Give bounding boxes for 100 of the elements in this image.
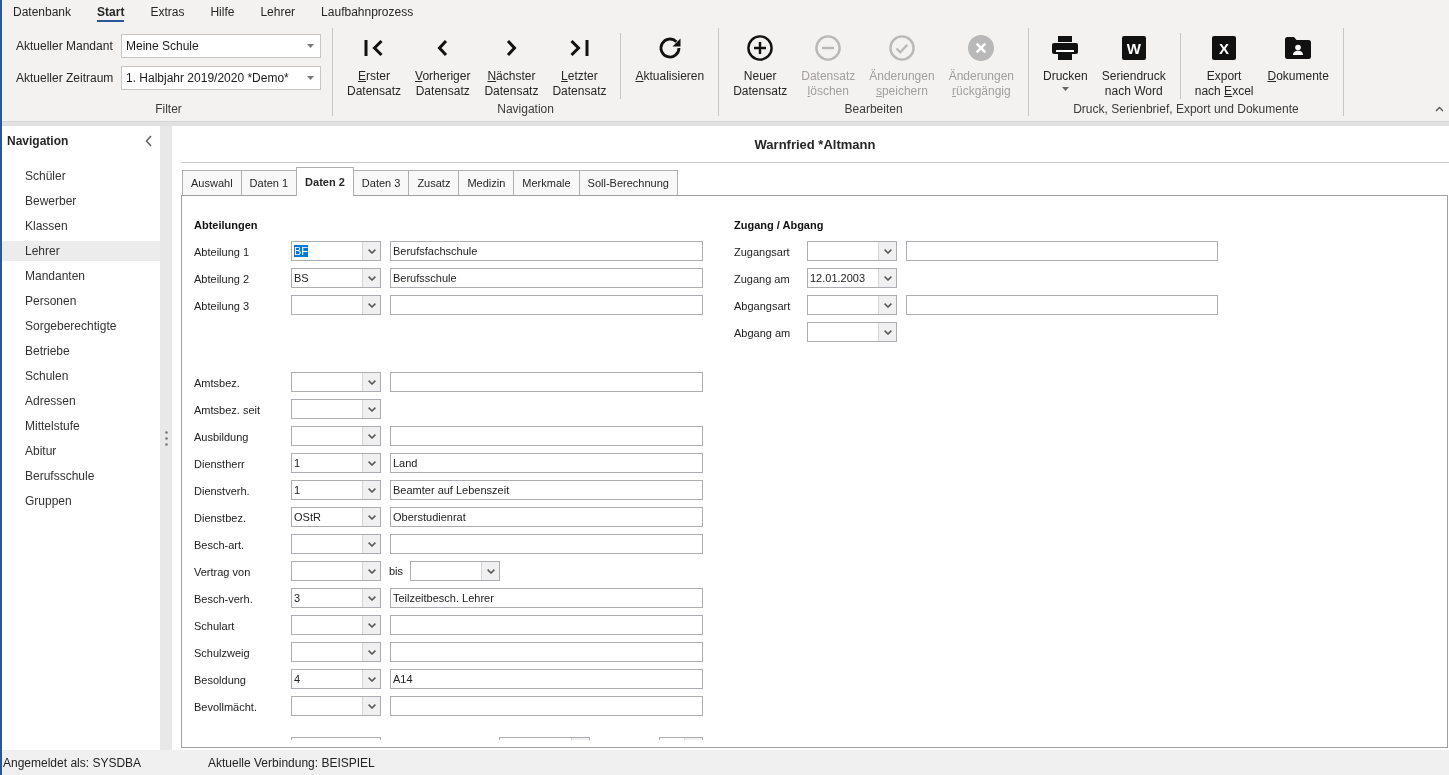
dropdown-button[interactable] bbox=[362, 454, 380, 472]
dropdown-button[interactable] bbox=[362, 373, 380, 391]
nav-item[interactable]: Personen bbox=[2, 291, 160, 311]
nav-item[interactable]: Schulen bbox=[2, 366, 160, 386]
cut-off-field[interactable] bbox=[659, 737, 703, 740]
tab[interactable]: Daten 1 bbox=[240, 170, 298, 195]
dropdown-button[interactable] bbox=[362, 670, 380, 688]
tab[interactable]: Daten 3 bbox=[352, 170, 410, 195]
text-field[interactable]: Berufsschule bbox=[390, 268, 703, 288]
dropdown-button[interactable] bbox=[362, 643, 380, 661]
combo-field[interactable] bbox=[291, 534, 381, 554]
text-field[interactable]: Teilzeitbesch. Lehrer bbox=[390, 588, 703, 608]
nav-item[interactable]: Mandanten bbox=[2, 266, 160, 286]
combo-field[interactable] bbox=[807, 295, 897, 315]
ribbon-button[interactable]: Drucken bbox=[1038, 22, 1093, 93]
tab[interactable]: Auswahl bbox=[182, 170, 242, 195]
text-field[interactable] bbox=[906, 241, 1218, 261]
nav-item[interactable]: Berufsschule bbox=[2, 466, 160, 486]
tab[interactable]: Daten 2 bbox=[296, 167, 354, 196]
dropdown-button[interactable] bbox=[362, 562, 380, 580]
dropdown-button[interactable] bbox=[362, 697, 380, 715]
dropdown-button[interactable] bbox=[362, 589, 380, 607]
dropdown-button[interactable] bbox=[362, 427, 380, 445]
nav-item[interactable]: Mittelstufe bbox=[2, 416, 160, 436]
text-field[interactable]: A14 bbox=[390, 669, 703, 689]
dropdown-button[interactable] bbox=[878, 269, 896, 287]
combo-field[interactable]: 1 bbox=[291, 480, 381, 500]
combo-field[interactable]: BS bbox=[291, 268, 381, 288]
dropdown-button[interactable] bbox=[362, 508, 380, 526]
dropdown-button[interactable] bbox=[362, 296, 380, 314]
tab[interactable]: Zusatz bbox=[408, 170, 460, 195]
text-field[interactable] bbox=[390, 696, 703, 716]
text-field[interactable] bbox=[390, 295, 703, 315]
nav-item[interactable]: Klassen bbox=[2, 216, 160, 236]
dropdown-button[interactable] bbox=[481, 562, 500, 580]
chevron-left-icon[interactable] bbox=[145, 135, 152, 147]
combo-field[interactable] bbox=[291, 372, 381, 392]
tab[interactable]: Merkmale bbox=[513, 170, 580, 195]
text-field[interactable]: Beamter auf Lebenszeit bbox=[390, 480, 703, 500]
dropdown-button[interactable] bbox=[362, 242, 380, 260]
dropdown-button[interactable] bbox=[362, 400, 380, 418]
dropdown-button[interactable] bbox=[362, 535, 380, 553]
nav-item[interactable]: Adressen bbox=[2, 391, 160, 411]
text-field[interactable] bbox=[906, 295, 1218, 315]
nav-item[interactable]: Bewerber bbox=[2, 191, 160, 211]
ribbon-button[interactable]: Nächster Datensatz bbox=[479, 22, 544, 101]
text-field[interactable] bbox=[390, 534, 703, 554]
combo-field[interactable]: 1 bbox=[291, 453, 381, 473]
text-field[interactable]: Berufsfachschule bbox=[390, 241, 703, 261]
nav-item[interactable]: Betriebe bbox=[2, 341, 160, 361]
text-field[interactable]: Land bbox=[390, 453, 703, 473]
dropdown-button[interactable] bbox=[362, 269, 380, 287]
filter-combo[interactable]: Meine Schule bbox=[121, 34, 321, 58]
combo-field[interactable] bbox=[807, 322, 897, 342]
dropdown-button[interactable] bbox=[878, 242, 896, 260]
ribbon-button[interactable]: Letzter Datensatz bbox=[547, 22, 612, 101]
nav-item[interactable]: Sorgeberechtigte bbox=[2, 316, 160, 336]
dropdown-button[interactable] bbox=[878, 323, 896, 341]
combo-field[interactable] bbox=[410, 561, 501, 581]
cut-off-field[interactable] bbox=[499, 737, 590, 740]
text-field[interactable] bbox=[390, 642, 703, 662]
combo-field[interactable] bbox=[291, 696, 381, 716]
cut-off-field[interactable] bbox=[291, 737, 381, 740]
combo-field[interactable]: 4 bbox=[291, 669, 381, 689]
nav-item[interactable]: Abitur bbox=[2, 441, 160, 461]
nav-item[interactable]: Gruppen bbox=[2, 491, 160, 511]
ribbon-button[interactable]: Erster Datensatz bbox=[342, 22, 407, 101]
nav-item[interactable]: Lehrer bbox=[2, 241, 160, 261]
filter-combo[interactable]: 1. Halbjahr 2019/2020 *Demo* bbox=[121, 66, 321, 90]
text-field[interactable] bbox=[390, 615, 703, 635]
combo-field[interactable] bbox=[291, 561, 381, 581]
ribbon-button[interactable]: Aktualisieren bbox=[630, 22, 710, 86]
dropdown-button[interactable] bbox=[878, 296, 896, 314]
ribbon-button[interactable]: Vorheriger Datensatz bbox=[410, 22, 476, 101]
menu-tab[interactable]: Extras bbox=[150, 0, 185, 22]
text-field[interactable] bbox=[390, 426, 703, 446]
menu-tab[interactable]: Datenbank bbox=[13, 0, 72, 22]
text-field[interactable] bbox=[390, 372, 703, 392]
combo-field[interactable]: OStR bbox=[291, 507, 381, 527]
dropdown-button[interactable] bbox=[362, 616, 380, 634]
tab[interactable]: Soll-Berechnung bbox=[578, 170, 678, 195]
ribbon-button[interactable]: X Export nach Excel bbox=[1189, 22, 1259, 101]
combo-field[interactable] bbox=[291, 642, 381, 662]
menu-tab[interactable]: Laufbahnprozess bbox=[321, 0, 414, 22]
tab[interactable]: Medizin bbox=[458, 170, 515, 195]
menu-tab[interactable]: Lehrer bbox=[260, 0, 296, 22]
combo-field[interactable] bbox=[291, 615, 381, 635]
combo-field[interactable] bbox=[807, 241, 897, 261]
combo-field[interactable] bbox=[291, 399, 381, 419]
ribbon-button[interactable]: Dokumente bbox=[1262, 22, 1334, 86]
combo-field[interactable]: 3 bbox=[291, 588, 381, 608]
dropdown-button[interactable] bbox=[362, 481, 380, 499]
combo-field[interactable]: BF bbox=[291, 241, 381, 261]
text-field[interactable]: Oberstudienrat bbox=[390, 507, 703, 527]
ribbon-button[interactable]: W Seriendruck nach Word bbox=[1096, 22, 1171, 101]
combo-field[interactable] bbox=[291, 295, 381, 315]
menu-tab[interactable]: Hilfe bbox=[210, 0, 235, 22]
chevron-up-icon[interactable] bbox=[1435, 106, 1444, 112]
ribbon-button[interactable]: Neuer Datensatz bbox=[728, 22, 793, 101]
combo-field[interactable]: 12.01.2003 bbox=[807, 268, 897, 288]
